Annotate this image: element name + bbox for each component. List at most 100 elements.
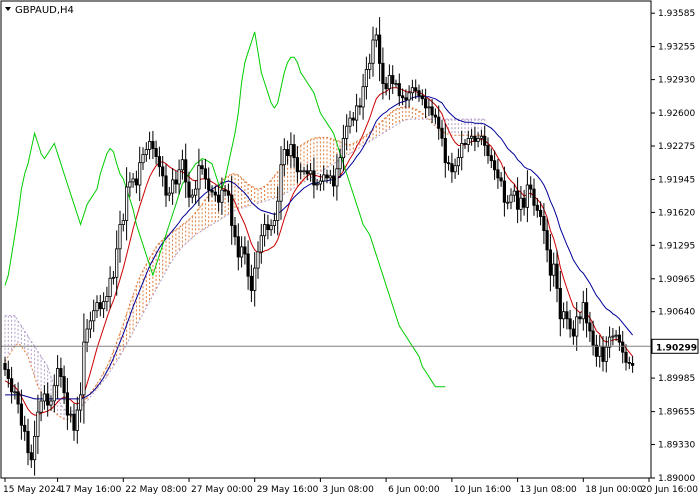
candle-body [614,334,618,337]
candle-body [282,149,286,166]
candle-body [358,105,362,108]
y-axis: 1.93585 1.93255 1.92930 1.92600 1.92275 1.919… [651,9,695,484]
candle-body [210,189,214,193]
candle-body [82,341,86,396]
candle-body [170,179,175,194]
candle-body [279,164,283,202]
candle-body [138,162,142,186]
candle-body [39,400,43,413]
candle-body [200,165,204,170]
candle-body [69,413,73,416]
candle-body [558,287,562,320]
candle-body [269,225,273,231]
candle-body [46,393,50,406]
candle-body [631,362,635,366]
candle-body [509,194,513,203]
x-tick-label: 20 Jun 16:00 [641,485,698,495]
candle-body [259,235,263,253]
candle-body [354,105,359,121]
candle-body [548,249,553,276]
candle-body [562,311,566,320]
candle-body [164,175,168,196]
candle-body [29,452,33,461]
candle-body [578,316,582,320]
candle-body [361,86,365,108]
candle-body [315,183,319,186]
candle-body [19,403,24,426]
candle-body [161,166,165,177]
candle-body [598,345,602,357]
candle-body [147,140,152,150]
candle-body [575,316,579,337]
kijun-sen-line [5,96,633,400]
candle-body [335,168,339,187]
candle-body [331,175,336,187]
candle-body [407,92,411,101]
candle-body [611,335,615,338]
candle-body [420,95,424,100]
candle-body [394,83,398,85]
candle-body [239,246,244,258]
candle-body [525,184,530,208]
candle-body [594,344,599,357]
tenkan-sen-line [4,87,633,416]
candle-body [9,378,14,393]
candle-body [144,149,148,155]
candle-body [216,194,221,203]
candle-body [180,159,184,171]
candle-body [456,157,461,167]
candle-body [253,267,257,291]
candle-body [157,156,161,168]
candle-body [483,135,487,146]
candle-body [72,413,76,431]
x-tick-label: 27 May 00:00 [191,485,253,495]
candle-body [430,106,434,116]
candle-body [328,175,332,179]
candle-body [111,276,115,279]
candle-body [85,328,89,343]
candle-body [79,394,83,411]
candle-body [302,170,306,173]
candle-body [568,318,572,330]
candle-body [341,137,346,159]
candle-body [184,159,188,183]
y-tick-label: 1.90965 [658,275,695,285]
candle-body [233,225,237,238]
candle-body [285,149,290,156]
chevron-down-icon[interactable] [5,7,11,11]
y-tick-label: 1.92600 [658,109,695,119]
candle-body [529,184,533,190]
candle-body [295,157,300,173]
candle-body [374,34,378,41]
candle-body [414,87,418,92]
candle-body [88,320,92,330]
candle-body [95,302,99,312]
candle-body [345,125,349,139]
candle-body [377,34,382,64]
senkou-span-b [5,118,485,412]
candle-body [479,135,484,139]
candle-body [36,411,40,437]
candle-body [555,263,559,289]
candle-body [621,341,625,353]
candle-body [213,191,217,196]
candle-body [125,186,129,221]
candle-body [236,236,240,258]
candle-body [624,351,628,363]
candle-body [33,435,37,461]
candle-body [417,90,421,97]
candle-body [56,368,60,387]
x-tick-label: 17 May 16:00 [60,485,122,495]
candle-body [381,62,385,84]
y-tick-label: 1.89655 [658,408,695,418]
candle-body [312,170,316,186]
candle-body [371,39,375,64]
candle-body [476,137,480,142]
candle-body [446,162,451,165]
candle-body [433,114,438,118]
candle-body [532,188,536,206]
candle-body [131,178,135,183]
candle-body [105,296,109,302]
candle-body [516,190,520,210]
candle-body [272,220,277,226]
